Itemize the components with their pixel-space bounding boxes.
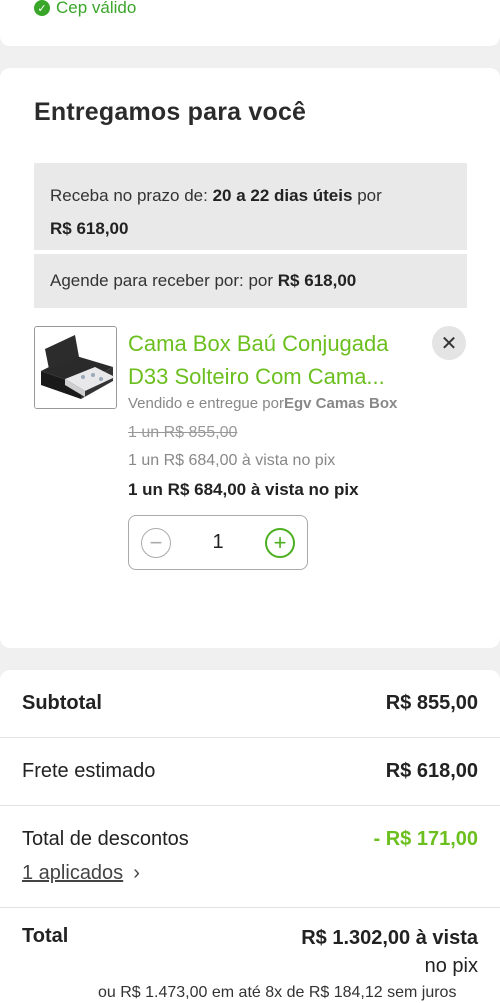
bed-product-icon [35, 327, 116, 408]
divider [0, 737, 500, 738]
divider [0, 907, 500, 908]
subtotal-value: R$ 855,00 [385, 692, 478, 714]
delivery-option-agende[interactable]: Agende para receber por: por R$ 618,00 [34, 254, 467, 308]
increase-quantity-button[interactable]: + [265, 527, 295, 558]
cep-status: ✓ Cep válido [34, 0, 136, 18]
agende-prefix: Agende para receber por: por [50, 271, 274, 290]
seller-name: Egv Camas Box [283, 395, 398, 412]
delivery-option-prazo[interactable]: Receba no prazo de: 20 a 22 dias úteis p… [34, 163, 467, 250]
pix-price-bold: 1 un R$ 684,00 à vista no pix [128, 480, 359, 499]
installments-text: ou R$ 1.473,00 em até 8x de R$ 184,12 se… [98, 984, 457, 1001]
total-value-line2: no pix [424, 955, 478, 977]
check-circle-icon: ✓ [34, 0, 50, 16]
frete-value: R$ 618,00 [385, 760, 478, 782]
total-value-line1: R$ 1.302,00 à vista [301, 927, 478, 949]
prazo-prefix: Receba no prazo de: [50, 186, 208, 205]
descontos-label: Total de descontos [22, 828, 189, 850]
total-value: R$ 1.302,00 à vista no pix [301, 924, 478, 980]
delivery-title: Entregamos para você [34, 98, 307, 126]
subtotal-row: Subtotal R$ 855,00 [0, 692, 500, 715]
agende-price: R$ 618,00 [277, 271, 357, 290]
delivery-card: Entregamos para você Receba no prazo de:… [0, 68, 500, 648]
minus-icon: − [149, 529, 163, 555]
product-name-link[interactable]: Cama Box Baú Conjugada D33 Solteiro Com … [128, 327, 418, 393]
prazo-suffix: por [357, 186, 382, 205]
subtotal-label: Subtotal [22, 692, 102, 714]
plus-icon: + [273, 529, 287, 555]
frete-label: Frete estimado [22, 760, 156, 782]
quantity-stepper: − 1 + [128, 515, 308, 570]
product-image[interactable] [34, 326, 117, 409]
discounts-applied-link[interactable]: 1 aplicados › [22, 862, 140, 885]
frete-row: Frete estimado R$ 618,00 [0, 760, 500, 783]
divider [0, 805, 500, 806]
quantity-value: 1 [212, 531, 224, 553]
close-icon: ✕ [440, 332, 458, 355]
cep-status-text: Cep válido [56, 0, 137, 17]
chevron-right-icon: › [133, 862, 140, 884]
discounts-applied-label: 1 aplicados [22, 862, 124, 884]
decrease-quantity-button[interactable]: − [141, 527, 171, 558]
descontos-value: - R$ 171,00 [373, 828, 478, 850]
descontos-row: Total de descontos - R$ 171,00 [0, 828, 500, 851]
remove-item-button[interactable]: ✕ [432, 326, 466, 360]
pix-price-gray: 1 un R$ 684,00 à vista no pix [128, 452, 336, 469]
cep-card: ✓ Cep válido [0, 0, 500, 46]
prazo-days: 20 a 22 dias úteis [212, 186, 353, 205]
old-price: 1 un R$ 855,00 [128, 424, 238, 441]
prazo-price: R$ 618,00 [50, 219, 129, 238]
seller-prefix: Vendido e entregue por [128, 395, 284, 412]
order-summary: Subtotal R$ 855,00 Frete estimado R$ 618… [0, 670, 500, 1003]
total-label: Total [22, 925, 69, 947]
seller-info: Vendido e entregue porEgv Camas Box [128, 395, 397, 412]
